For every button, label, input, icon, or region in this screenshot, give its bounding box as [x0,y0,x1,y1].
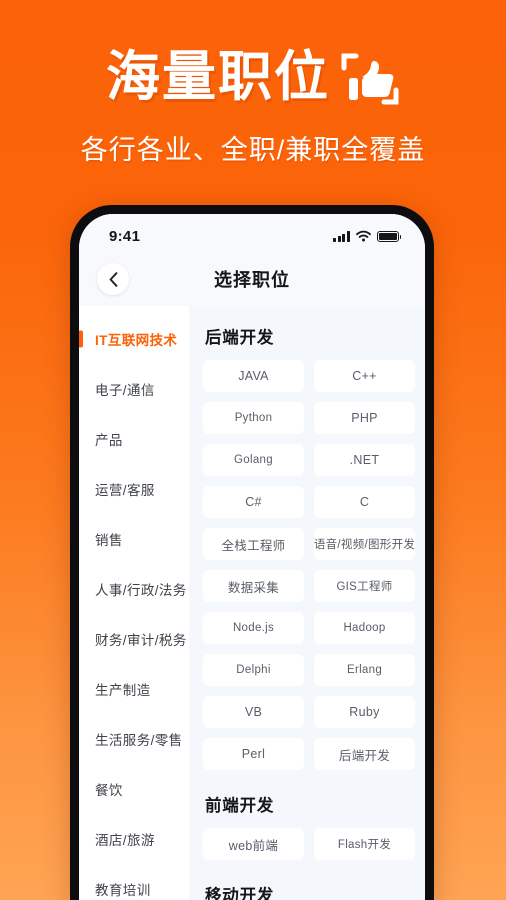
promo-subtitle: 各行各业、全职/兼职全覆盖 [80,135,426,165]
sidebar-item-10[interactable]: 酒店/旅游 [79,814,189,864]
job-tag[interactable]: GIS工程师 [314,570,415,602]
job-tag[interactable]: Ruby [314,696,415,728]
job-tag[interactable]: PHP [314,402,415,434]
job-tag[interactable]: Erlang [314,654,415,686]
status-bar-clock: 9:41 [109,227,141,245]
job-tag[interactable]: C# [203,486,304,518]
sidebar-item-4[interactable]: 销售 [79,514,189,564]
thumbs-up-icon [340,50,400,108]
job-tag[interactable]: 语音/视频/图形开发 [314,528,415,560]
section-title-2: 移动开发 [205,887,275,900]
wifi-icon [356,230,371,242]
job-tag[interactable]: 后端开发 [314,738,415,770]
job-tag[interactable]: C [314,486,415,518]
job-tag[interactable]: Python [203,402,304,434]
job-tag[interactable]: Hadoop [314,612,415,644]
job-tag[interactable]: Node.js [203,612,304,644]
promo-banner: 海量职位 各行各业、全职/兼职全覆盖 [0,0,506,200]
job-list-panel[interactable]: 后端开发 JAVA C++ Python PHP Golang .NET C# C 全栈工程师 语音… [189,306,425,900]
status-bar: 9:41 [79,214,425,252]
phone-mockup: 9:41 选择职位 IT互联网技术 电子/通信 产品 运营/客服销售 人事/行政… [70,205,434,900]
section-title-0: 后端开发 [205,329,275,347]
section-title-1: 前端开发 [205,797,275,815]
job-tag[interactable]: Flash开发 [314,828,415,860]
sidebar-item-label: 销售 [95,533,123,548]
sidebar-item-11[interactable]: 教育培训 [79,864,189,900]
job-tag[interactable]: .NET [314,444,415,476]
nav-bar: 选择职位 [79,252,425,306]
sidebar-item-label: 电子/通信 [95,383,155,398]
job-tag[interactable]: Perl [203,738,304,770]
back-button[interactable] [97,263,129,295]
sidebar-item-label: 生产制造 [95,683,151,698]
sidebar-item-1[interactable]: 电子/通信 [79,364,189,414]
sidebar-item-label: 运营/客服 [95,483,155,498]
promo-title-row: 海量职位 [0,0,506,108]
sidebar-item-0[interactable]: IT互联网技术 [79,314,189,364]
promo-title: 海量职位 [106,47,330,107]
page-title: 选择职位 [214,270,290,290]
sidebar-item-label: 生活服务/零售 [95,733,183,748]
sidebar-item-label: IT互联网技术 [95,333,178,348]
cellular-signal-icon [333,231,350,242]
sidebar-item-label: 财务/审计/税务 [95,633,187,648]
sidebar-item-3[interactable]: 运营/客服 [79,464,189,514]
sidebar-item-7[interactable]: 生产制造 [79,664,189,714]
sidebar-item-label: 酒店/旅游 [95,833,155,848]
sidebar-item-2[interactable]: 产品 [79,414,189,464]
job-tag[interactable]: 数据采集 [203,570,304,602]
tag-grid-1: web前端 Flash开发 [203,828,415,860]
category-sidebar[interactable]: IT互联网技术 电子/通信产品运营/客服销售人事/行政/法务 财务/审计/税务 生产制… [79,306,189,900]
job-tag[interactable]: web前端 [203,828,304,860]
sidebar-item-9[interactable]: 餐饮 [79,764,189,814]
sidebar-item-6[interactable]: 财务/审计/税务 [79,614,189,664]
content-area: IT互联网技术 电子/通信产品运营/客服销售人事/行政/法务 财务/审计/税务 生产制… [79,306,425,900]
sidebar-item-label: 人事/行政/法务 [95,583,187,598]
sidebar-item-label: 餐饮 [95,783,123,798]
phone-screen: 9:41 选择职位 IT互联网技术 电子/通信 产品 运营/客服销售 人事/行政… [79,214,425,900]
job-tag[interactable]: JAVA [203,360,304,392]
status-bar-icons [333,230,402,242]
job-tag[interactable]: C++ [314,360,415,392]
job-tag[interactable]: VB [203,696,304,728]
battery-full-icon [377,231,402,242]
sidebar-item-label: 产品 [95,433,123,448]
job-tag[interactable]: Delphi [203,654,304,686]
job-tag[interactable]: 全栈工程师 [203,528,304,560]
job-tag[interactable]: Golang [203,444,304,476]
chevron-left-icon [109,271,117,287]
tag-grid-0: JAVA C++ Python PHP Golang .NET C# C 全栈工程师 语音/视频/… [203,360,415,770]
sidebar-item-label: 教育培训 [95,883,151,898]
sidebar-item-8[interactable]: 生活服务/零售 [79,714,189,764]
sidebar-item-5[interactable]: 人事/行政/法务 [79,564,189,614]
